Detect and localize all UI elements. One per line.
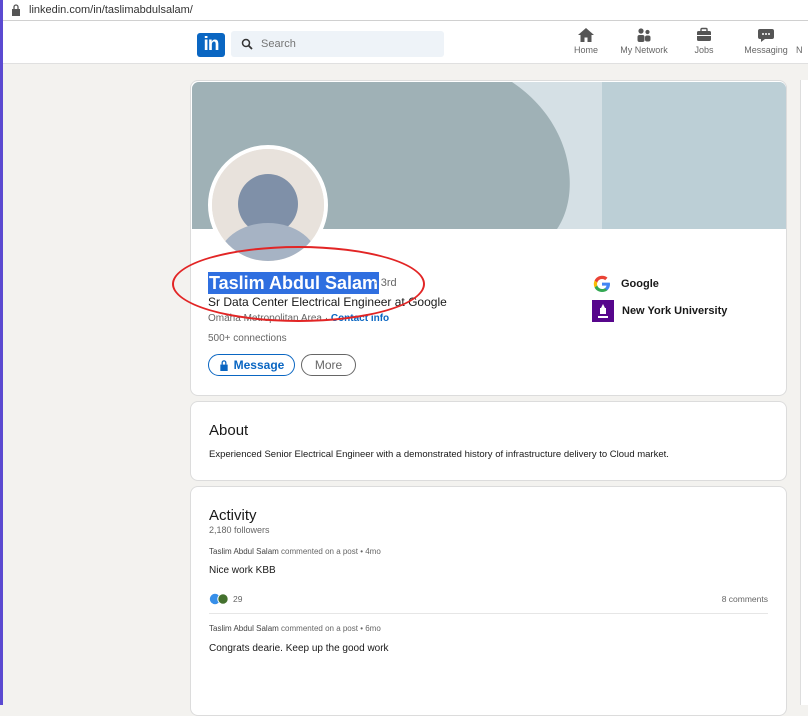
window-left-edge bbox=[0, 0, 3, 705]
company-nyu[interactable]: New York University bbox=[592, 300, 727, 322]
home-icon bbox=[578, 28, 594, 42]
top-navbar: in Home My Network Jobs Messaging N bbox=[3, 21, 808, 64]
profile-location-row: Omaha Metropolitan Area · Contact info bbox=[208, 313, 389, 324]
search-icon bbox=[241, 38, 253, 50]
nav-messaging[interactable]: Messaging bbox=[736, 27, 796, 55]
nav-jobs-label: Jobs bbox=[694, 45, 714, 55]
activity-card: Activity 2,180 followers Taslim Abdul Sa… bbox=[190, 486, 787, 716]
profile-name: Taslim Abdul Salam bbox=[208, 272, 380, 294]
message-button[interactable]: Message bbox=[208, 354, 295, 376]
more-button[interactable]: More bbox=[301, 354, 356, 376]
about-card: About Experienced Senior Electrical Engi… bbox=[190, 401, 787, 481]
post-1-reactions[interactable]: 29 bbox=[209, 593, 242, 605]
nav-messaging-label: Messaging bbox=[744, 45, 788, 55]
connection-degree: · 3rd bbox=[374, 277, 397, 289]
contact-info-link[interactable]: Contact info bbox=[331, 313, 389, 324]
search-input[interactable] bbox=[259, 37, 423, 51]
post-1-meta: Taslim Abdul Salam commented on a post •… bbox=[209, 547, 381, 556]
company-google[interactable]: Google bbox=[592, 274, 659, 294]
post-2-author[interactable]: Taslim Abdul Salam bbox=[209, 624, 279, 633]
address-bar[interactable]: linkedin.com/in/taslimabdulsalam/ bbox=[3, 0, 808, 21]
notifications-icon bbox=[796, 27, 808, 45]
post-1-text[interactable]: Nice work KBB bbox=[209, 565, 276, 576]
nav-home-label: Home bbox=[573, 45, 598, 55]
nav-jobs[interactable]: Jobs bbox=[674, 27, 734, 55]
post-2-text[interactable]: Congrats dearie. Keep up the good work bbox=[209, 643, 389, 654]
linkedin-logo[interactable]: in bbox=[197, 33, 225, 57]
nav-my-network-label: My Network bbox=[620, 45, 668, 55]
about-text: Experienced Senior Electrical Engineer w… bbox=[209, 449, 669, 460]
about-title: About bbox=[209, 422, 249, 439]
avatar[interactable] bbox=[208, 145, 328, 265]
right-sidebar-edge bbox=[800, 80, 808, 705]
post-2-meta: Taslim Abdul Salam commented on a post •… bbox=[209, 624, 381, 633]
url-text: linkedin.com/in/taslimabdulsalam/ bbox=[29, 4, 193, 16]
profile-location: Omaha Metropolitan Area · bbox=[208, 313, 329, 324]
messaging-icon bbox=[758, 29, 774, 42]
reaction-icons bbox=[209, 593, 229, 605]
activity-title: Activity bbox=[209, 507, 257, 524]
nav-home[interactable]: Home bbox=[556, 27, 616, 55]
default-avatar-icon bbox=[212, 149, 324, 261]
nav-my-network[interactable]: My Network bbox=[614, 27, 674, 55]
post-1-author[interactable]: Taslim Abdul Salam bbox=[209, 547, 279, 556]
jobs-icon bbox=[697, 27, 711, 41]
lock-icon bbox=[12, 4, 20, 16]
message-button-label: Message bbox=[233, 358, 285, 372]
search-box[interactable] bbox=[231, 31, 444, 57]
more-button-label: More bbox=[314, 358, 343, 372]
company-nyu-label: New York University bbox=[622, 305, 728, 317]
connections-count[interactable]: 500+ connections bbox=[208, 333, 287, 344]
followers-count: 2,180 followers bbox=[209, 525, 270, 535]
company-google-label: Google bbox=[621, 278, 659, 290]
my-network-icon bbox=[637, 28, 651, 42]
nav-notifications[interactable]: N bbox=[796, 27, 808, 55]
post-2-action: commented on a post • 6mo bbox=[281, 624, 381, 633]
profile-headline: Sr Data Center Electrical Engineer at Go… bbox=[208, 295, 447, 309]
post-1-comments[interactable]: 8 comments bbox=[722, 594, 768, 604]
google-logo-icon bbox=[593, 275, 610, 292]
nav-notifications-label: N bbox=[796, 45, 803, 55]
post-1-action: commented on a post • 4mo bbox=[281, 547, 381, 556]
nyu-logo-icon bbox=[592, 300, 614, 322]
lock-icon bbox=[219, 359, 228, 371]
divider bbox=[209, 613, 768, 614]
reaction-count: 29 bbox=[233, 594, 243, 604]
